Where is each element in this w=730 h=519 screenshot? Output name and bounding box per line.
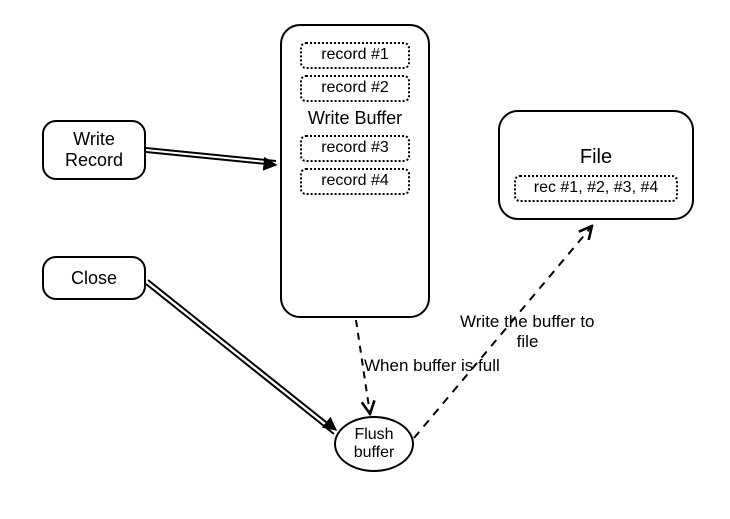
write-buffer-node: record #1 record #2 Write Buffer record … — [280, 24, 430, 318]
write-record-label: Write Record — [50, 129, 138, 170]
annotation-buffer-full: When buffer is full — [364, 356, 500, 376]
file-node: File rec #1, #2, #3, #4 — [498, 110, 694, 220]
file-records: rec #1, #2, #3, #4 — [514, 175, 678, 202]
file-title: File — [506, 146, 686, 169]
close-label: Close — [71, 268, 117, 289]
buffer-record: record #4 — [300, 168, 410, 195]
annotation-write-file: Write the buffer to file — [460, 312, 595, 351]
close-node: Close — [42, 256, 146, 300]
write-record-node: Write Record — [42, 120, 146, 180]
write-buffer-title: Write Buffer — [292, 108, 418, 129]
buffer-record: record #3 — [300, 135, 410, 162]
buffer-record: record #1 — [300, 42, 410, 69]
buffer-record: record #2 — [300, 75, 410, 102]
flush-buffer-node: Flush buffer — [334, 416, 414, 472]
arrow-write-to-buffer — [146, 148, 276, 165]
flush-buffer-label: Flush buffer — [336, 426, 412, 461]
